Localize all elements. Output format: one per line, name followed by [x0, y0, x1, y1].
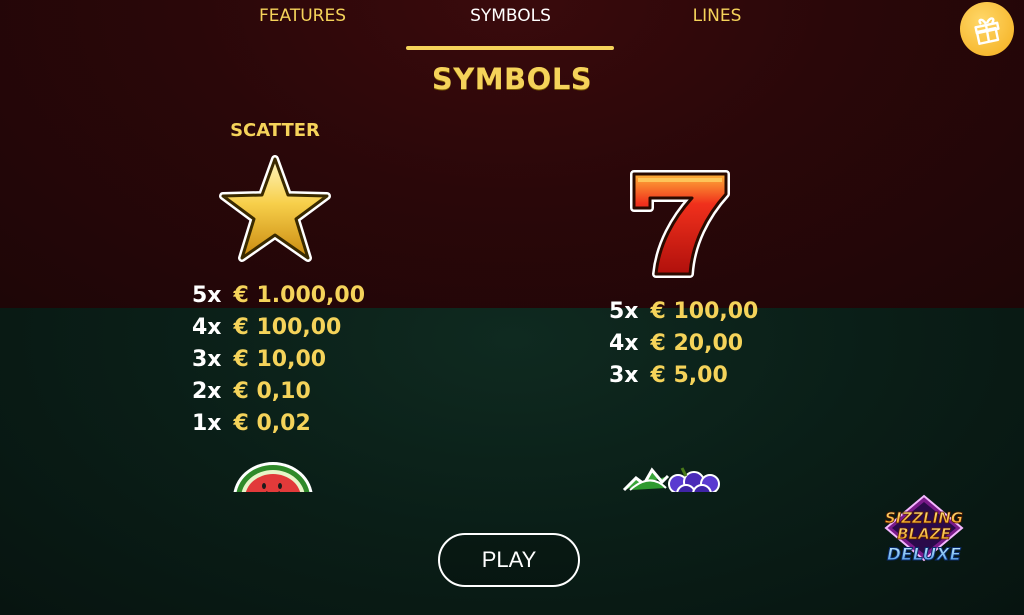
play-button[interactable]: PLAY: [438, 533, 580, 587]
payout-multiplier: 5x: [192, 283, 222, 308]
gift-icon: [974, 17, 1000, 45]
active-tab-indicator: [406, 46, 614, 50]
paytable-row: 5x € 1.000,00: [192, 280, 365, 312]
payout-value: € 0,02: [233, 411, 311, 436]
paytable-row: 1x € 0,02: [192, 408, 365, 440]
payout-value: € 1.000,00: [233, 283, 366, 308]
tab-symbols[interactable]: SYMBOLS: [408, 6, 613, 26]
payout-multiplier: 4x: [609, 331, 639, 356]
tab-lines[interactable]: LINES: [662, 6, 772, 26]
payout-value: € 5,00: [650, 363, 728, 388]
logo-line3: DELUXE: [887, 545, 962, 565]
paytable-row: 5x € 100,00: [609, 296, 758, 328]
seven-paytable: 5x € 100,00 4x € 20,00 3x € 5,00: [609, 296, 758, 392]
gift-button[interactable]: [960, 2, 1014, 56]
payout-multiplier: 2x: [192, 379, 222, 404]
payout-multiplier: 3x: [192, 347, 222, 372]
page-title: SYMBOLS: [431, 62, 593, 96]
scatter-paytable: 5x € 1.000,00 4x € 100,00 3x € 10,00 2x € 0,…: [192, 280, 365, 440]
paytable-row: 3x € 5,00: [609, 360, 758, 392]
paytable-row: 4x € 20,00: [609, 328, 758, 360]
payout-multiplier: 5x: [609, 299, 639, 324]
watermelon-icon: [230, 458, 316, 492]
game-logo: SIZZLING BLAZE DELUXE: [866, 494, 982, 576]
scatter-label: SCATTER: [230, 120, 320, 141]
payout-value: € 100,00: [650, 299, 759, 324]
star-icon: [218, 155, 332, 269]
paytable-row: 2x € 0,10: [192, 376, 365, 408]
payout-value: € 20,00: [650, 331, 744, 356]
payout-value: € 10,00: [233, 347, 327, 372]
paytable-row: 4x € 100,00: [192, 312, 365, 344]
payout-multiplier: 3x: [609, 363, 639, 388]
tab-bar: FEATURES SYMBOLS LINES: [0, 0, 1024, 52]
payout-value: € 0,10: [233, 379, 311, 404]
payout-multiplier: 1x: [192, 411, 222, 436]
payout-multiplier: 4x: [192, 315, 222, 340]
paytable-row: 3x € 10,00: [192, 344, 365, 376]
seven-icon: [628, 168, 732, 286]
tab-features[interactable]: FEATURES: [230, 6, 375, 26]
logo-line2: BLAZE: [897, 525, 951, 543]
grapes-icon: [622, 460, 722, 492]
payout-value: € 100,00: [233, 315, 342, 340]
